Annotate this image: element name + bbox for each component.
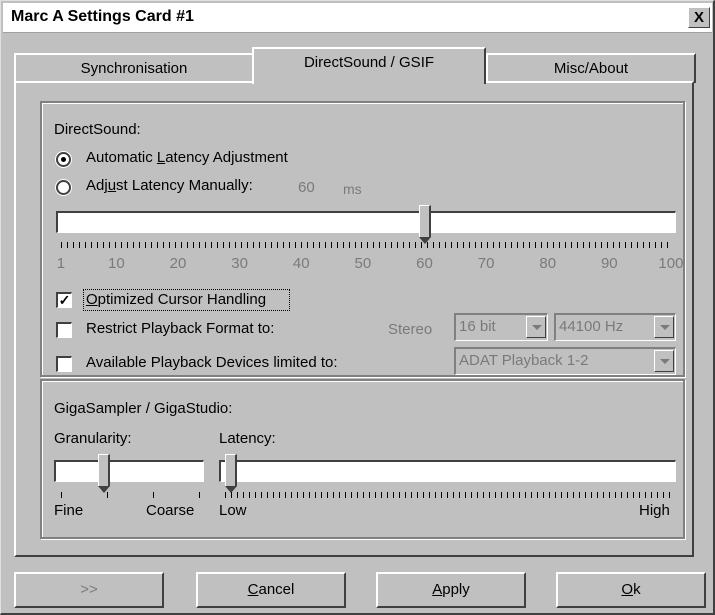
- chevron-down-icon[interactable]: [654, 316, 674, 338]
- granularity-slider-ticks: [61, 492, 201, 498]
- prev-button-label: >>: [80, 581, 98, 598]
- sample-rate-select[interactable]: 44100 Hz: [554, 313, 676, 341]
- giga-latency-label: Latency:: [219, 430, 276, 447]
- bit-depth-value: 16 bit: [459, 318, 496, 335]
- granularity-label: Granularity:: [54, 430, 132, 447]
- manual-latency-label[interactable]: Adjust Latency Manually:: [86, 177, 253, 194]
- auto-latency-label[interactable]: Automatic Latency Adjustment: [86, 149, 288, 166]
- device-value: ADAT Playback 1-2: [459, 352, 589, 369]
- granularity-slider-track[interactable]: [54, 460, 204, 482]
- latency-tick-label: 20: [169, 255, 187, 272]
- latency-tick-label: 40: [292, 255, 310, 272]
- apply-button[interactable]: Apply: [376, 572, 526, 608]
- latency-slider-ticks: [61, 242, 671, 248]
- title-bar: Marc A Settings Card #1 X: [3, 3, 712, 33]
- latency-unit: ms: [343, 181, 362, 197]
- giga-latency-slider-thumb[interactable]: [225, 454, 237, 493]
- optimized-cursor-label[interactable]: Optimized Cursor Handling: [86, 291, 266, 308]
- limit-devices-label[interactable]: Available Playback Devices limited to:: [86, 354, 338, 371]
- bit-depth-select[interactable]: 16 bit: [454, 313, 548, 341]
- ok-button[interactable]: Ok: [556, 572, 706, 608]
- chevron-down-icon[interactable]: [654, 350, 674, 372]
- tab-label: Misc/About: [553, 60, 629, 77]
- giga-latency-max-label: High: [639, 502, 670, 519]
- tab-directsound-gsif[interactable]: DirectSound / GSIF: [252, 47, 486, 84]
- stereo-label: Stereo: [388, 321, 433, 338]
- sample-rate-value: 44100 Hz: [559, 318, 624, 335]
- latency-tick-label: 60: [416, 255, 433, 272]
- auto-latency-radio[interactable]: [56, 152, 71, 167]
- manual-latency-radio[interactable]: [56, 180, 71, 195]
- latency-slider-track[interactable]: [56, 211, 676, 233]
- prev-button[interactable]: >>: [14, 572, 164, 608]
- restrict-format-checkbox[interactable]: [56, 322, 72, 338]
- close-button[interactable]: X: [688, 7, 710, 28]
- latency-tick-label: 80: [539, 255, 557, 272]
- latency-tick-label: 90: [600, 255, 618, 272]
- close-icon: X: [693, 9, 704, 26]
- latency-tick-label: 50: [354, 255, 372, 272]
- granularity-slider-thumb[interactable]: [97, 454, 110, 493]
- granularity-max-label: Coarse: [146, 502, 195, 519]
- gigasampler-group-label: GigaSampler / GigaStudio:: [54, 400, 233, 417]
- optimized-cursor-checkbox[interactable]: ✓: [56, 292, 72, 308]
- tab-panel: DirectSound: Automatic Latency Adjustmen…: [14, 81, 694, 557]
- latency-tick-label: 10: [108, 255, 125, 272]
- restrict-format-label[interactable]: Restrict Playback Format to:: [86, 320, 274, 337]
- latency-value: 60: [298, 179, 315, 196]
- tab-synchronisation[interactable]: Synchronisation: [14, 53, 254, 83]
- granularity-min-label: Fine: [54, 502, 84, 519]
- latency-tick-label: 1: [56, 255, 66, 272]
- tab-misc-about[interactable]: Misc/About: [486, 53, 696, 83]
- chevron-down-icon[interactable]: [526, 316, 546, 338]
- latency-slider-thumb[interactable]: [418, 205, 431, 244]
- latency-tick-label: 70: [477, 255, 495, 272]
- giga-latency-min-label: Low: [219, 502, 247, 519]
- giga-latency-slider-ticks: [225, 492, 671, 498]
- giga-latency-slider-track[interactable]: [219, 460, 676, 482]
- latency-tick-label: 100: [658, 255, 684, 272]
- tab-label: Synchronisation: [80, 60, 188, 77]
- cancel-button[interactable]: Cancel: [196, 572, 346, 608]
- settings-window: Marc A Settings Card #1 X Synchronisatio…: [0, 0, 715, 615]
- limit-devices-checkbox[interactable]: [56, 356, 72, 372]
- device-select[interactable]: ADAT Playback 1-2: [454, 347, 676, 375]
- window-title: Marc A Settings Card #1: [11, 8, 194, 25]
- directsound-group-label: DirectSound:: [54, 121, 141, 138]
- latency-tick-label: 30: [231, 255, 248, 272]
- tab-label: DirectSound / GSIF: [303, 54, 435, 71]
- radio-selected-dot: [61, 157, 66, 162]
